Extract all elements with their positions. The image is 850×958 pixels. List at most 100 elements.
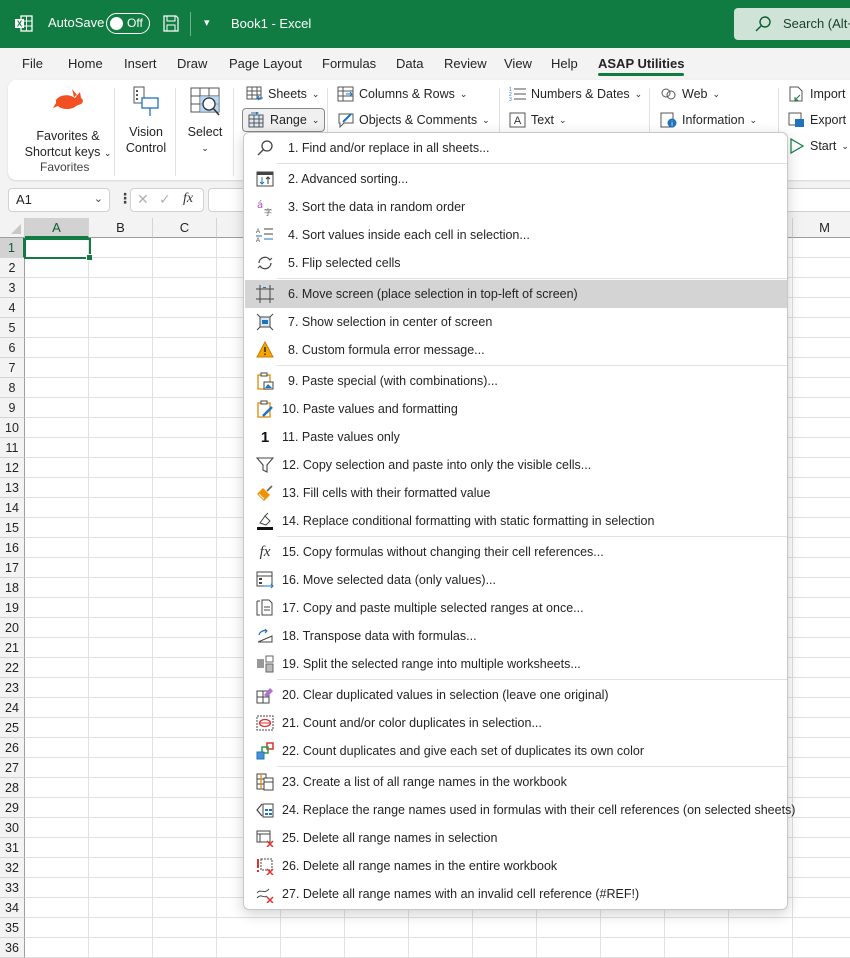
row-header-10[interactable]: 10 [0,418,25,438]
menu-item-5[interactable]: 5. Flip selected cells [245,249,787,277]
column-header-a[interactable]: A [25,218,89,238]
autosave-toggle[interactable]: Off [106,13,150,34]
row-header-28[interactable]: 28 [0,778,25,798]
text-dropdown[interactable]: A Text ⌄ [509,109,566,131]
menu-item-14[interactable]: 14. Replace conditional formatting with … [245,507,787,535]
information-dropdown[interactable]: i Information ⌄ [660,109,757,131]
row-header-23[interactable]: 23 [0,678,25,698]
numbers-dates-dropdown[interactable]: 1 2 3 Numbers & Dates ⌄ [509,83,642,105]
active-cell-a1[interactable] [24,238,93,261]
row-header-35[interactable]: 35 [0,918,25,938]
insert-function-icon[interactable]: fx [183,191,193,207]
row-header-26[interactable]: 26 [0,738,25,758]
vision-control-button[interactable]: Vision Control [118,86,174,156]
tab-file[interactable]: File [22,56,43,71]
row-header-17[interactable]: 17 [0,558,25,578]
enter-icon[interactable]: ✓ [159,191,171,208]
row-header-15[interactable]: 15 [0,518,25,538]
tab-review[interactable]: Review [444,56,487,71]
objects-comments-dropdown[interactable]: Objects & Comments ⌄ [337,109,490,131]
row-header-1[interactable]: 1 [0,238,25,258]
row-header-33[interactable]: 33 [0,878,25,898]
start-dropdown[interactable]: Start ⌄ [788,135,849,157]
menu-item-19[interactable]: 19. Split the selected range into multip… [245,650,787,678]
menu-item-2[interactable]: 2. Advanced sorting... [245,165,787,193]
tab-view[interactable]: View [504,56,532,71]
row-header-22[interactable]: 22 [0,658,25,678]
web-dropdown[interactable]: Web ⌄ [660,83,720,105]
row-header-9[interactable]: 9 [0,398,25,418]
tab-draw[interactable]: Draw [177,56,207,71]
row-header-20[interactable]: 20 [0,618,25,638]
select-button[interactable]: Select ⌄ [180,86,230,156]
menu-item-23[interactable]: 23. Create a list of all range names in … [245,768,787,796]
sheets-dropdown[interactable]: Sheets ⌄ [246,83,319,105]
menu-item-4[interactable]: A A 4. Sort values inside each cell in sel… [245,221,787,249]
cancel-icon[interactable]: ✕ [137,191,149,208]
row-header-34[interactable]: 34 [0,898,25,918]
menu-item-25[interactable]: 25. Delete all range names in selection [245,824,787,852]
row-header-27[interactable]: 27 [0,758,25,778]
row-header-4[interactable]: 4 [0,298,25,318]
row-header-3[interactable]: 3 [0,278,25,298]
row-header-16[interactable]: 16 [0,538,25,558]
row-header-6[interactable]: 6 [0,338,25,358]
menu-item-11[interactable]: 1 11. Paste values only [245,423,787,451]
menu-item-18[interactable]: 18. Transpose data with formulas... [245,622,787,650]
menu-item-26[interactable]: 26. Delete all range names in the entire… [245,852,787,880]
columns-rows-dropdown[interactable]: Columns & Rows ⌄ [337,83,467,105]
menu-item-8[interactable]: 8. Custom formula error message... [245,336,787,364]
row-header-29[interactable]: 29 [0,798,25,818]
row-header-18[interactable]: 18 [0,578,25,598]
search-box[interactable]: Search (Alt+Q) [734,8,850,40]
menu-item-9[interactable]: 9. Paste special (with combinations)... [245,367,787,395]
row-header-7[interactable]: 7 [0,358,25,378]
menu-item-1[interactable]: 1. Find and/or replace in all sheets... [245,134,787,162]
column-header-b[interactable]: B [89,218,153,238]
row-header-31[interactable]: 31 [0,838,25,858]
row-header-21[interactable]: 21 [0,638,25,658]
row-header-13[interactable]: 13 [0,478,25,498]
tab-page-layout[interactable]: Page Layout [229,56,302,71]
tab-home[interactable]: Home [68,56,103,71]
row-header-5[interactable]: 5 [0,318,25,338]
menu-item-20[interactable]: 20. Clear duplicated values in selection… [245,681,787,709]
save-icon[interactable] [163,15,179,32]
row-header-19[interactable]: 19 [0,598,25,618]
menu-item-6[interactable]: 6. Move screen (place selection in top-l… [245,280,787,308]
export-dropdown[interactable]: Export⌄ [788,109,850,131]
menu-item-3[interactable]: á 字 3. Sort the data in random order [245,193,787,221]
row-header-8[interactable]: 8 [0,378,25,398]
tab-data[interactable]: Data [396,56,423,71]
menu-item-21[interactable]: 21. Count and/or color duplicates in sel… [245,709,787,737]
tab-help[interactable]: Help [551,56,578,71]
range-dropdown[interactable]: Range ⌄ [242,108,326,132]
menu-item-15[interactable]: fx 15. Copy formulas without changing the… [245,538,787,566]
row-header-24[interactable]: 24 [0,698,25,718]
column-header-c[interactable]: C [153,218,217,238]
menu-item-16[interactable]: 16. Move selected data (only values)... [245,566,787,594]
chevron-down-icon[interactable]: ⌄ [94,192,103,205]
customize-qat-icon[interactable]: ▾ [204,16,210,29]
row-header-12[interactable]: 12 [0,458,25,478]
row-header-14[interactable]: 14 [0,498,25,518]
row-header-30[interactable]: 30 [0,818,25,838]
column-header-m[interactable]: M [793,218,850,238]
tab-insert[interactable]: Insert [124,56,157,71]
menu-item-13[interactable]: 13. Fill cells with their formatted valu… [245,479,787,507]
row-header-11[interactable]: 11 [0,438,25,458]
tab-asap-utilities[interactable]: ASAP Utilities [598,56,685,76]
favorites-button[interactable]: Favorites & Shortcut keys ⌄ [18,86,118,161]
tab-formulas[interactable]: Formulas [322,56,376,71]
row-header-25[interactable]: 25 [0,718,25,738]
menu-item-12[interactable]: 12. Copy selection and paste into only t… [245,451,787,479]
import-dropdown[interactable]: Import⌄ [788,83,850,105]
menu-item-24[interactable]: 24. Replace the range names used in form… [245,796,795,824]
menu-item-10[interactable]: 10. Paste values and formatting [245,395,787,423]
name-box[interactable]: A1 ⌄ [8,188,110,212]
menu-item-22[interactable]: 22. Count duplicates and give each set o… [245,737,787,765]
row-header-2[interactable]: 2 [0,258,25,278]
select-all-corner[interactable] [0,218,25,238]
menu-item-7[interactable]: 7. Show selection in center of screen [245,308,787,336]
menu-item-27[interactable]: 27. Delete all range names with an inval… [245,880,787,908]
